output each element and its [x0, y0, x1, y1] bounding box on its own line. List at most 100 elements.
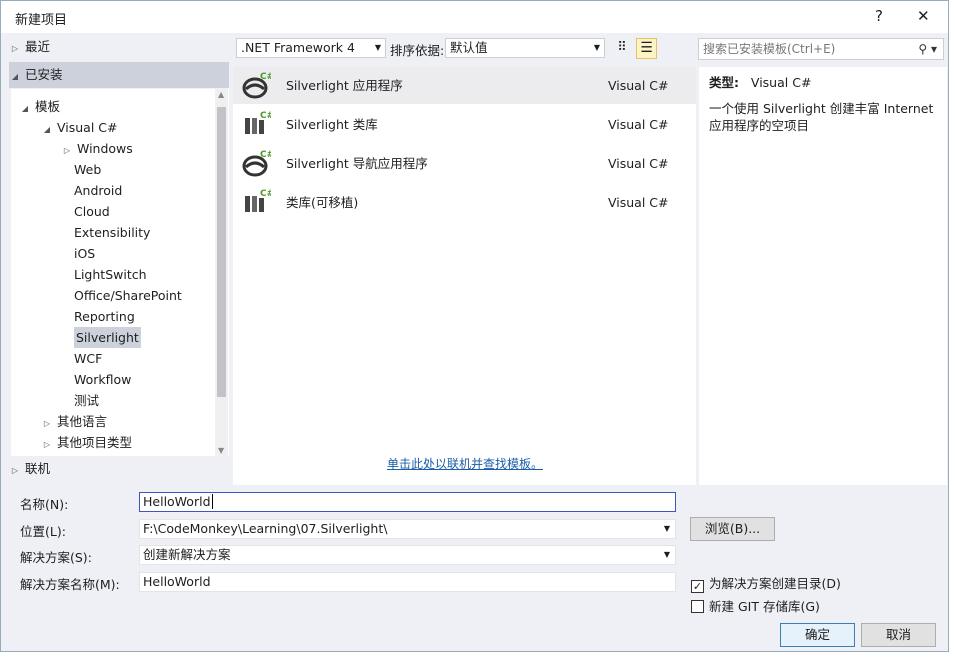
online-templates-link[interactable]: 单击此处以联机并查找模板。: [387, 455, 543, 472]
tree-item[interactable]: LightSwitch: [74, 264, 147, 285]
tree-item-label: Reporting: [74, 309, 135, 324]
svg-text:C#: C#: [260, 150, 271, 160]
tree-item[interactable]: Workflow: [74, 369, 131, 390]
help-button[interactable]: ?: [875, 7, 883, 25]
template-language: Visual C#: [608, 156, 669, 171]
tree-item-label: Android: [74, 183, 123, 198]
installed-node[interactable]: ◢ 已安装: [9, 62, 229, 88]
search-icon[interactable]: ⚲ ▾: [918, 39, 937, 59]
close-button[interactable]: ✕: [917, 7, 930, 25]
type-value: Visual C#: [750, 75, 812, 90]
installed-label: 已安装: [24, 67, 63, 82]
tree-item[interactable]: ▷ 其他语言: [41, 411, 107, 432]
tree-item-label: 其他语言: [56, 414, 107, 429]
scroll-thumb[interactable]: [217, 107, 226, 397]
svg-text:C#: C#: [260, 189, 271, 199]
tree-item[interactable]: WCF: [74, 348, 102, 369]
tree-item[interactable]: ◢ 模板: [19, 96, 60, 117]
tree-item-label: Workflow: [74, 372, 132, 387]
expand-icon[interactable]: ▷: [61, 140, 73, 161]
name-input[interactable]: HelloWorld: [139, 492, 676, 512]
framework-select[interactable]: .NET Framework 4 ▼: [236, 38, 386, 58]
collapse-icon[interactable]: ◢: [41, 119, 53, 140]
sort-label: 排序依据:: [390, 43, 445, 58]
chevron-down-icon: ▼: [593, 43, 600, 52]
online-node[interactable]: ▷ 联机: [9, 457, 229, 481]
silverlight-nav-app-icon: C#: [242, 150, 271, 177]
template-item[interactable]: C# Silverlight 类库 Visual C#: [233, 106, 696, 143]
tree-item-label: iOS: [74, 246, 96, 261]
new-git-repo-checkbox[interactable]: 新建 GIT 存储库(G): [691, 596, 820, 615]
tree-item[interactable]: Office/SharePoint: [74, 285, 182, 306]
solution-name-value: HelloWorld: [143, 574, 211, 589]
template-name: 类库(可移植): [286, 195, 359, 210]
tree-item[interactable]: ▷ Windows: [61, 138, 133, 159]
scroll-down-icon[interactable]: ▼: [218, 446, 224, 455]
cancel-button[interactable]: 取消: [861, 623, 936, 647]
template-item[interactable]: C# Silverlight 导航应用程序 Visual C#: [233, 145, 696, 182]
list-view-icon[interactable]: ☰: [636, 38, 657, 59]
new-project-dialog: 新建项目 ? ✕ ▷ 最近 ◢ 已安装 ▲ ▼ ◢ 模板 ◢ Visual C# ▷…: [0, 0, 949, 652]
template-item[interactable]: C# 类库(可移植) Visual C#: [233, 184, 696, 221]
tree-item[interactable]: ▷ 其他项目类型: [41, 432, 132, 453]
checkbox-icon[interactable]: ✓: [691, 580, 704, 593]
new-git-repo-label: 新建 GIT 存储库(G): [709, 599, 820, 614]
search-input[interactable]: 搜索已安装模板(Ctrl+E) ⚲ ▾: [698, 38, 944, 60]
tree-item-label: 测试: [74, 393, 100, 408]
silverlight-app-icon: C#: [242, 72, 271, 99]
tree-item-label: Silverlight: [76, 330, 139, 345]
template-description: 类型: Visual C# 一个使用 Silverlight 创建丰富 Inte…: [699, 67, 947, 485]
tree-item[interactable]: Reporting: [74, 306, 135, 327]
expand-icon[interactable]: ▷: [41, 413, 53, 434]
class-library-icon: C#: [245, 111, 271, 134]
template-list: 单击此处以联机并查找模板。 C# Silverlight 应用程序 Visual C…: [233, 67, 696, 485]
location-label: 位置(L):: [20, 524, 66, 539]
category-panel: ▷ 最近 ◢ 已安装 ▲ ▼ ◢ 模板 ◢ Visual C# ▷ Windows W…: [9, 33, 229, 485]
recent-node[interactable]: ▷ 最近: [9, 35, 229, 59]
template-item[interactable]: C# Silverlight 应用程序 Visual C#: [233, 67, 696, 104]
tree-scrollbar[interactable]: ▲ ▼: [215, 89, 228, 456]
svg-text:C#: C#: [260, 111, 271, 121]
location-combobox[interactable]: F:\CodeMonkey\Learning\07.Silverlight\ ▼: [139, 519, 676, 539]
search-placeholder: 搜索已安装模板(Ctrl+E): [703, 42, 836, 56]
browse-button[interactable]: 浏览(B)...: [690, 517, 775, 541]
location-value: F:\CodeMonkey\Learning\07.Silverlight\: [143, 521, 388, 536]
name-label: 名称(N):: [20, 497, 69, 512]
small-icons-view-icon[interactable]: ⠿: [613, 39, 631, 57]
create-directory-checkbox[interactable]: ✓ 为解决方案创建目录(D): [691, 573, 841, 593]
tree-item-label: Extensibility: [74, 225, 151, 240]
template-name: Silverlight 类库: [286, 117, 378, 132]
tree-item[interactable]: Extensibility: [74, 222, 150, 243]
tree-item[interactable]: Cloud: [74, 201, 110, 222]
tree-item-label: 其他项目类型: [56, 435, 132, 450]
template-name: Silverlight 导航应用程序: [286, 156, 428, 171]
collapse-icon[interactable]: ◢: [19, 98, 31, 119]
online-label: 联机: [24, 461, 50, 476]
solution-select[interactable]: 创建新解决方案 ▼: [139, 545, 676, 565]
checkbox-icon[interactable]: [691, 600, 704, 613]
template-language: Visual C#: [608, 117, 669, 132]
expand-icon[interactable]: ▷: [41, 434, 53, 455]
sort-select[interactable]: 默认值 ▼: [445, 38, 605, 58]
tree-item[interactable]: iOS: [74, 243, 95, 264]
tree-item-label: WCF: [74, 351, 103, 366]
tree-item[interactable]: Web: [74, 159, 101, 180]
chevron-down-icon: ▼: [663, 550, 670, 559]
tree-item[interactable]: Android: [74, 180, 122, 201]
ok-button[interactable]: 确定: [780, 623, 855, 647]
expand-icon: ▷: [11, 466, 19, 475]
expand-icon: ▷: [11, 44, 19, 53]
details-panel: 搜索已安装模板(Ctrl+E) ⚲ ▾ 类型: Visual C# 一个使用 Si…: [698, 33, 948, 485]
tree-item[interactable]: ◢ Visual C#: [41, 117, 118, 140]
solution-name-label: 解决方案名称(M):: [20, 577, 120, 592]
project-form: 名称(N): HelloWorld 位置(L): F:\CodeMonkey\L…: [1, 485, 948, 651]
solution-value: 创建新解决方案: [143, 547, 231, 562]
scroll-up-icon[interactable]: ▲: [218, 90, 224, 99]
solution-name-input[interactable]: HelloWorld: [139, 572, 676, 592]
tree-item[interactable]: 测试: [74, 390, 99, 411]
tree-item-label: Office/SharePoint: [74, 288, 182, 303]
recent-label: 最近: [24, 39, 50, 54]
dialog-title: 新建项目: [15, 13, 68, 28]
tree-item[interactable]: Silverlight: [74, 327, 141, 348]
tree-item-label: Cloud: [74, 204, 110, 219]
